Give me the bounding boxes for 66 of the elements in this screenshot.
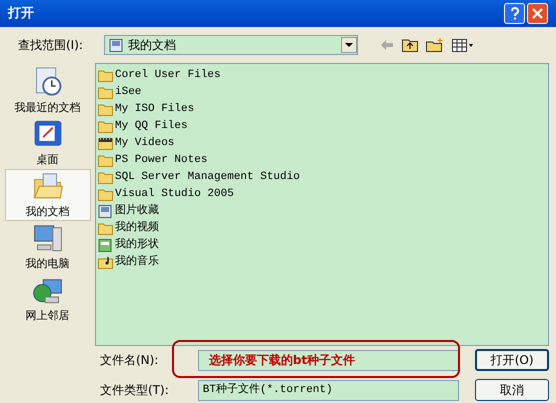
file-name: 我的形状	[115, 237, 159, 254]
places-bar-label: 我的文档	[26, 204, 70, 220]
file-list-item[interactable]: PS Power Notes	[98, 152, 548, 169]
file-name: SQL Server Management Studio	[115, 170, 300, 186]
help-button[interactable]	[504, 3, 525, 24]
view-menu-icon[interactable]	[452, 38, 474, 52]
look-in-label: 查找范围(I):	[18, 37, 84, 54]
file-list-item[interactable]: 我的视频	[98, 220, 548, 237]
folder-icon	[98, 154, 113, 167]
annotation-text: 选择你要下载的bt种子文件	[208, 352, 356, 369]
file-name: Corel User Files	[115, 68, 221, 84]
close-button[interactable]	[527, 3, 548, 24]
window-title: 打开	[8, 4, 35, 23]
close-icon	[532, 8, 543, 19]
places-bar-item[interactable]: 我的电脑	[4, 221, 90, 273]
folder-icon	[98, 120, 113, 133]
folder-icon	[98, 222, 113, 235]
folder-icon	[98, 86, 113, 99]
places-bar-item[interactable]: 桌面	[4, 117, 90, 169]
file-name: 我的音乐	[115, 254, 159, 270]
folder-icon	[98, 103, 113, 116]
file-list-item[interactable]: 我的形状	[98, 237, 548, 254]
file-type-label: 文件类型(T):	[100, 382, 170, 399]
places-bar-label: 网上邻居	[26, 308, 70, 324]
file-list-item[interactable]: 我的音乐	[98, 254, 548, 271]
new-folder-icon[interactable]	[426, 38, 444, 52]
film-folder-icon	[98, 137, 113, 150]
file-name-label: 文件名(N):	[100, 352, 160, 369]
file-type-dropdown[interactable]: BT种子文件(*.torrent)	[198, 380, 460, 400]
up-folder-icon[interactable]	[402, 38, 418, 52]
file-list-item[interactable]: My Videos	[98, 135, 548, 152]
music-folder-icon	[98, 256, 113, 269]
file-list-item[interactable]: SQL Server Management Studio	[98, 169, 548, 186]
picture-folder-icon	[109, 38, 124, 52]
cancel-button[interactable]: 取消	[475, 379, 549, 401]
file-name: PS Power Notes	[115, 153, 208, 168]
folder-icon	[98, 171, 113, 184]
file-name: My QQ Files	[115, 119, 188, 134]
file-name-field[interactable]: 选择你要下载的bt种子文件	[198, 350, 460, 370]
folder-icon	[98, 69, 113, 82]
file-list-item[interactable]: Visual Studio 2005	[98, 186, 548, 203]
look-in-value: 我的文档	[128, 37, 177, 54]
question-mark-icon	[510, 7, 520, 20]
file-list-item[interactable]: iSee	[98, 84, 548, 101]
file-name: iSee	[115, 85, 142, 100]
file-list-item[interactable]: My ISO Files	[98, 101, 548, 118]
picture-folder-icon	[98, 205, 113, 218]
file-name: 图片收藏	[115, 203, 159, 220]
places-bar-item[interactable]: 网上邻居	[4, 273, 90, 325]
file-name: My Videos	[115, 136, 174, 152]
file-list-item[interactable]: Corel User Files	[98, 67, 548, 84]
look-in-dropdown[interactable]: 我的文档	[104, 35, 358, 55]
file-name: My ISO Files	[115, 102, 194, 118]
shapes-folder-icon	[98, 239, 113, 252]
file-list-item[interactable]: 图片收藏	[98, 203, 548, 220]
file-name: 我的视频	[115, 220, 159, 236]
file-list-item[interactable]: My QQ Files	[98, 118, 548, 135]
folder-icon	[98, 188, 113, 201]
places-bar-item[interactable]: 我最近的文档	[4, 65, 90, 117]
places-bar-label: 桌面	[36, 152, 58, 168]
file-name: Visual Studio 2005	[115, 187, 234, 202]
places-bar-label: 我最近的文档	[14, 100, 80, 116]
places-bar-item[interactable]: 我的文档	[4, 169, 90, 221]
open-button[interactable]: 打开(O)	[475, 349, 549, 371]
places-bar-label: 我的电脑	[26, 256, 70, 272]
file-type-value: BT种子文件(*.torrent)	[202, 382, 334, 398]
